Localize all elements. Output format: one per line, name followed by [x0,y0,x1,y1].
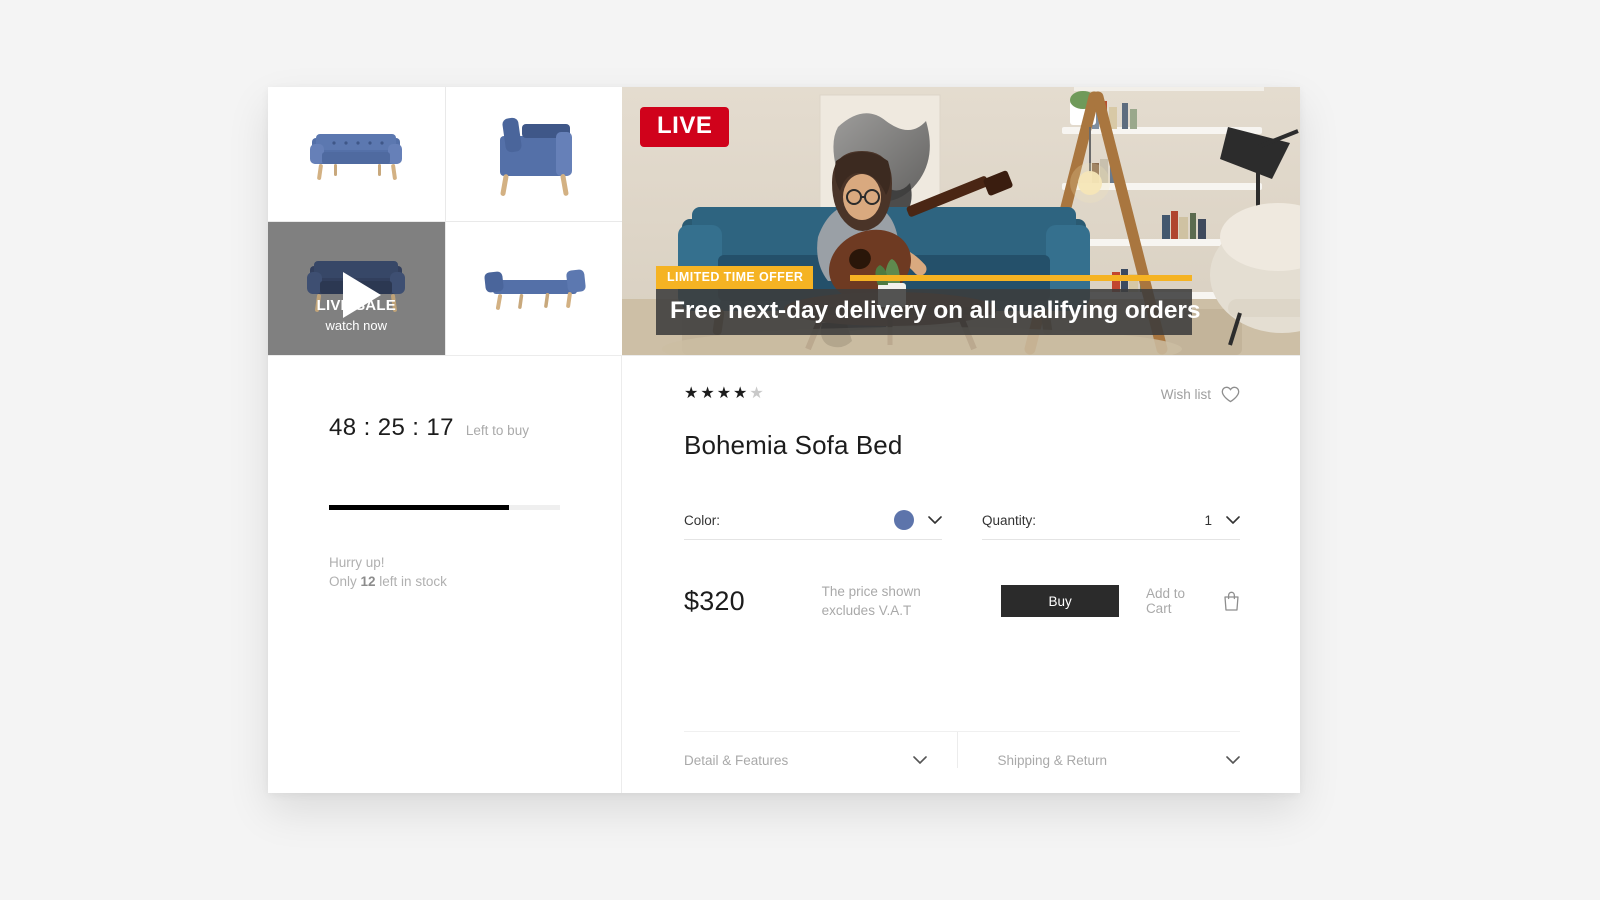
stock-progress-fill [329,505,510,510]
deal-panel: 48 : 25 : 17 Left to buy Hurry up! Only … [268,356,622,793]
option-selectors: Color: Quantity: 1 [684,510,1240,540]
wish-list-label: Wish list [1160,386,1211,402]
chevron-down-icon [928,515,942,524]
buy-button[interactable]: Buy [1001,585,1119,617]
sofa-front-view-icon [310,133,403,180]
star-empty-icon: ★ [749,385,766,402]
stock-progress-bar [329,505,560,510]
promo-message: Free next-day delivery on all qualifying… [656,289,1200,335]
shopping-bag-icon [1224,591,1239,611]
chevron-down-icon [1226,515,1240,524]
gallery-and-hero: LIVE SALE watch now LIVE LIMITED TIME OF… [268,87,1300,355]
add-to-cart-button[interactable]: Add to Cart [1146,586,1240,616]
promo-tag: LIMITED TIME OFFER [656,266,814,289]
promo-tag-extension [850,275,1192,281]
sofa-side-view-icon [499,117,572,196]
details-section: 48 : 25 : 17 Left to buy Hurry up! Only … [268,355,1300,793]
accordion-detail-features[interactable]: Detail & Features [684,732,957,768]
live-badge: LIVE [640,107,730,147]
thumbnail-sofa-side-view[interactable] [445,87,622,221]
video-subtitle: watch now [325,318,387,333]
stock-suffix: left in stock [375,574,447,589]
countdown-row: 48 : 25 : 17 Left to buy [329,414,581,442]
stock-count: 12 [360,574,376,589]
product-price: $320 [684,585,745,616]
chevron-down-icon [912,756,927,764]
thumbnail-sofa-bed-flat-view[interactable] [445,221,622,355]
video-title: LIVE SALE [316,297,396,314]
video-caption: LIVE SALE watch now [268,296,445,335]
star-filled-icon: ★ [684,385,701,402]
vat-note-line2: excludes V.A.T [821,603,912,618]
quantity-select[interactable]: Quantity: 1 [982,510,1240,540]
countdown-timer: 48 : 25 : 17 [329,414,454,441]
live-video-player[interactable]: LIVE LIMITED TIME OFFER Free next-day de… [622,87,1300,355]
star-filled-icon: ★ [733,385,750,402]
wish-list-button[interactable]: Wish list [1161,386,1240,403]
purchase-row: $320 The price shown excludes V.A.T Buy … [684,582,1240,620]
rating-and-wishlist-row: ★★★★★ Wish list [684,382,1240,406]
thumbnail-live-sale-video[interactable]: LIVE SALE watch now [268,221,445,355]
countdown-label: Left to buy [465,423,529,438]
add-to-cart-label: Add to Cart [1145,586,1185,616]
product-card: LIVE SALE watch now LIVE LIMITED TIME OF… [268,87,1300,793]
rating-stars[interactable]: ★★★★★ [684,386,766,402]
accordion-row: Detail & Features Shipping & Return [684,731,1240,768]
accordion-shipping-return-label: Shipping & Return [997,753,1108,768]
thumbnail-grid: LIVE SALE watch now [268,87,622,355]
stock-count-line: Only 12 left in stock [329,572,581,591]
purchase-panel: ★★★★★ Wish list Bohemia Sofa Bed Color: [622,356,1300,793]
stock-message: Hurry up! Only 12 left in stock [329,553,581,591]
page-title: Bohemia Sofa Bed [684,430,903,460]
star-filled-icon: ★ [716,385,734,402]
color-value [894,510,914,530]
sofa-bed-flat-icon [484,269,586,311]
color-swatch [894,510,914,530]
heart-icon [1221,386,1240,402]
color-label: Color: [684,512,721,528]
thumbnail-sofa-front-view[interactable] [268,87,445,221]
accordion-shipping-return[interactable]: Shipping & Return [956,732,1241,768]
stock-urgency-line: Hurry up! [329,555,385,570]
vat-note: The price shown excludes V.A.T [822,582,1002,620]
stock-prefix: Only [329,574,361,589]
screen: LIVE SALE watch now LIVE LIMITED TIME OF… [0,0,1600,900]
star-filled-icon: ★ [700,385,717,402]
quantity-value: 1 [1204,512,1212,528]
promo-banner: LIMITED TIME OFFER Free next-day deliver… [656,266,1200,335]
chevron-down-icon [1226,756,1240,764]
quantity-label: Quantity: [982,512,1037,528]
color-select[interactable]: Color: [684,510,942,540]
accordion-detail-features-label: Detail & Features [684,753,789,768]
vat-note-line1: The price shown [821,584,921,599]
